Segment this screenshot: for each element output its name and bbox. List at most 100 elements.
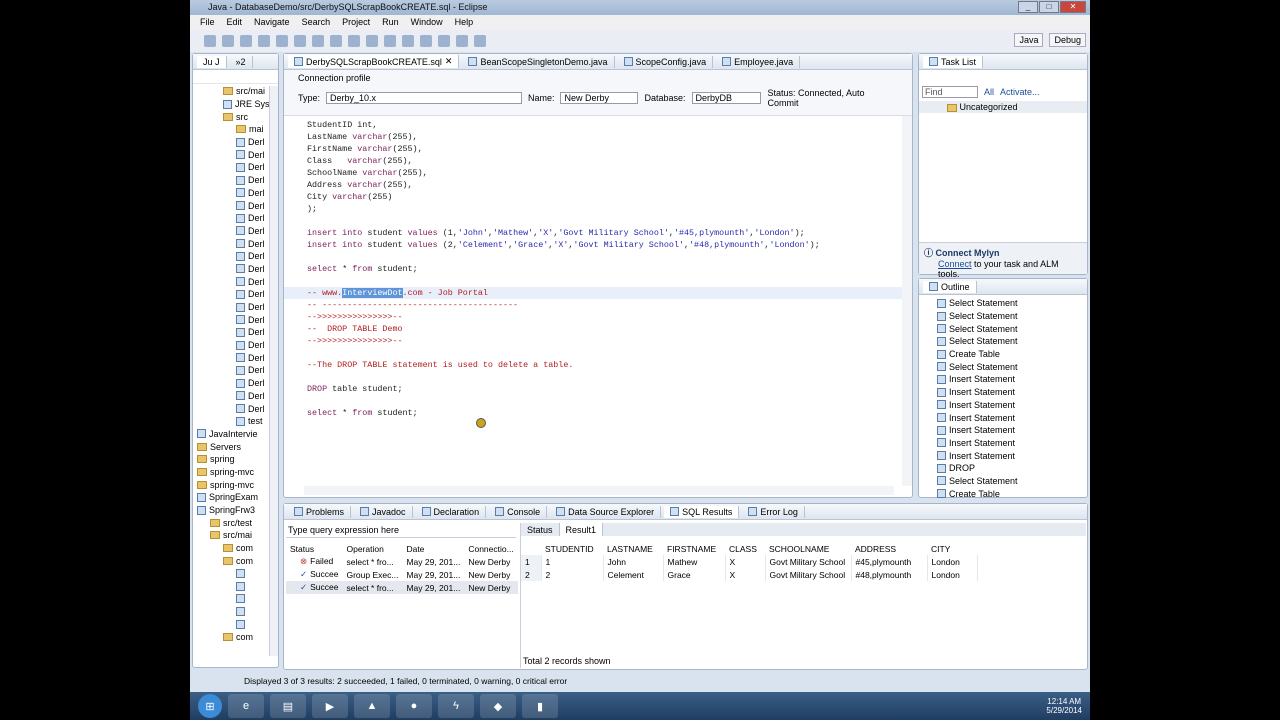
minimize-button[interactable]: _ <box>1018 1 1038 13</box>
outline-item[interactable]: Select Statement <box>937 297 1087 310</box>
tree-item[interactable]: Derl <box>193 377 278 390</box>
history-column-header[interactable]: Status <box>286 542 342 555</box>
eclipse-ide-icon[interactable]: ◆ <box>480 694 516 718</box>
debug-icon[interactable] <box>276 35 288 47</box>
start-button-icon[interactable]: ⊞ <box>198 694 222 718</box>
forward-icon[interactable] <box>474 35 486 47</box>
perspective-debug[interactable]: Debug <box>1049 33 1086 47</box>
outline-item[interactable]: Select Statement <box>937 310 1087 323</box>
history-row[interactable]: ✓ Succee select * fro... May 29, 201... New … <box>286 581 518 594</box>
editor-tab[interactable]: DerbySQLScrapBookCREATE.sql ✕ <box>288 55 460 68</box>
query-filter-input[interactable]: Type query expression here <box>286 523 516 538</box>
task-list-title[interactable]: Task List <box>941 57 976 67</box>
tab-more-views[interactable]: »2 <box>230 55 253 68</box>
tree-item[interactable]: spring <box>193 453 278 466</box>
perspective-java[interactable]: Java <box>1014 33 1044 47</box>
editor-tab[interactable]: Employee.java <box>716 55 801 68</box>
external-tools-icon[interactable] <box>312 35 324 47</box>
menu-run[interactable]: Run <box>382 17 399 28</box>
close-tab-icon[interactable]: ✕ <box>445 56 453 67</box>
menu-search[interactable]: Search <box>302 17 331 28</box>
tree-item[interactable]: Derl <box>193 237 278 250</box>
task-find-input[interactable]: Find <box>922 86 978 98</box>
tree-item[interactable]: src/test <box>193 516 278 529</box>
result-tab-result1[interactable]: Result1 <box>559 523 604 536</box>
history-row[interactable]: ✓ Succee Group Exec... May 29, 201... New De… <box>286 568 518 581</box>
tree-item[interactable]: Derl <box>193 187 278 200</box>
database-select[interactable]: DerbyDB <box>691 92 762 104</box>
tree-item[interactable]: Derl <box>193 339 278 352</box>
file-explorer-icon[interactable]: ▤ <box>270 694 306 718</box>
bottom-tab-sql-results[interactable]: SQL Results <box>664 505 740 518</box>
menu-navigate[interactable]: Navigate <box>254 17 290 28</box>
tree-item[interactable]: Derl <box>193 136 278 149</box>
back-icon[interactable] <box>456 35 468 47</box>
result-tab-status[interactable]: Status <box>521 523 560 536</box>
open-task-icon[interactable] <box>384 35 396 47</box>
tree-item[interactable]: Derl <box>193 174 278 187</box>
outline-item[interactable]: Create Table <box>937 487 1087 500</box>
video-editor-icon[interactable]: ▮ <box>522 694 558 718</box>
internet-explorer-icon[interactable]: e <box>228 694 264 718</box>
print-icon[interactable] <box>258 35 270 47</box>
history-row[interactable]: ⊗ Failed select * fro... May 29, 201... New … <box>286 555 518 568</box>
task-filter-all[interactable]: All <box>984 87 994 97</box>
run-icon[interactable] <box>294 35 306 47</box>
prev-annotation-icon[interactable] <box>438 35 450 47</box>
bottom-tab-javadoc[interactable]: Javadoc <box>354 505 413 518</box>
bottom-tab-error-log[interactable]: Error Log <box>742 505 805 518</box>
system-clock[interactable]: 12:14 AM 5/29/2014 <box>1046 697 1090 715</box>
outline-item[interactable]: DROP <box>937 462 1087 475</box>
menu-edit[interactable]: Edit <box>227 17 243 28</box>
outline-item[interactable]: Insert Statement <box>937 386 1087 399</box>
result-row[interactable]: 1 1 John Mathew X Govt Military School #45,ply… <box>521 555 978 568</box>
tree-item[interactable]: Derl <box>193 199 278 212</box>
new-package-icon[interactable] <box>330 35 342 47</box>
result-column-header[interactable]: CLASS <box>725 542 765 555</box>
tree-item[interactable]: src/mai <box>193 85 278 98</box>
result-column-header[interactable]: STUDENTID <box>541 542 603 555</box>
result-column-header[interactable]: ADDRESS <box>851 542 927 555</box>
bottom-tab-problems[interactable]: Problems <box>288 505 352 518</box>
tree-item[interactable]: Derl <box>193 250 278 263</box>
tree-item[interactable]: spring-mvc <box>193 466 278 479</box>
outline-item[interactable]: Insert Statement <box>937 411 1087 424</box>
tree-item[interactable]: Derl <box>193 301 278 314</box>
tree-item[interactable] <box>193 567 278 580</box>
tree-item[interactable]: test <box>193 415 278 428</box>
tree-item[interactable]: src/mai <box>193 529 278 542</box>
outline-item[interactable]: Select Statement <box>937 475 1087 488</box>
outline-item[interactable]: Select Statement <box>937 322 1087 335</box>
vlc-icon[interactable]: ▲ <box>354 694 390 718</box>
tree-item[interactable]: Derl <box>193 402 278 415</box>
new-icon[interactable] <box>204 35 216 47</box>
tree-item[interactable] <box>193 605 278 618</box>
bottom-tab-console[interactable]: Console <box>489 505 548 518</box>
tree-item[interactable]: Derl <box>193 148 278 161</box>
open-type-icon[interactable] <box>366 35 378 47</box>
history-column-header[interactable]: Operation <box>342 542 402 555</box>
search-icon[interactable] <box>402 35 414 47</box>
tree-item[interactable]: Derl <box>193 212 278 225</box>
result-column-header[interactable]: LASTNAME <box>603 542 663 555</box>
menu-file[interactable]: File <box>200 17 215 28</box>
tree-item[interactable]: Derl <box>193 351 278 364</box>
outline-item[interactable]: Insert Statement <box>937 437 1087 450</box>
tree-item[interactable]: Derl <box>193 275 278 288</box>
task-activate[interactable]: Activate... <box>1000 87 1040 97</box>
tree-item[interactable]: Servers <box>193 440 278 453</box>
tree-item[interactable] <box>193 580 278 593</box>
outline-item[interactable]: Select Statement <box>937 360 1087 373</box>
code-area[interactable]: StudentID int, LastName varchar(255), Firs… <box>284 116 912 476</box>
tree-item[interactable]: src <box>193 110 278 123</box>
editor-horizontal-scrollbar[interactable] <box>304 486 894 495</box>
outline-item[interactable]: Insert Statement <box>937 373 1087 386</box>
new-class-icon[interactable] <box>348 35 360 47</box>
tree-item[interactable]: SpringFrw3 <box>193 504 278 517</box>
result-column-header[interactable]: FIRSTNAME <box>663 542 725 555</box>
tree-item[interactable]: Derl <box>193 364 278 377</box>
tab-package-explorer[interactable]: Ju J <box>197 55 227 68</box>
name-select[interactable]: New Derby <box>560 92 639 104</box>
result-row[interactable]: 2 2 Celement Grace X Govt Military School #48,… <box>521 568 978 581</box>
task-category-uncategorized[interactable]: Uncategorized <box>919 101 1087 113</box>
